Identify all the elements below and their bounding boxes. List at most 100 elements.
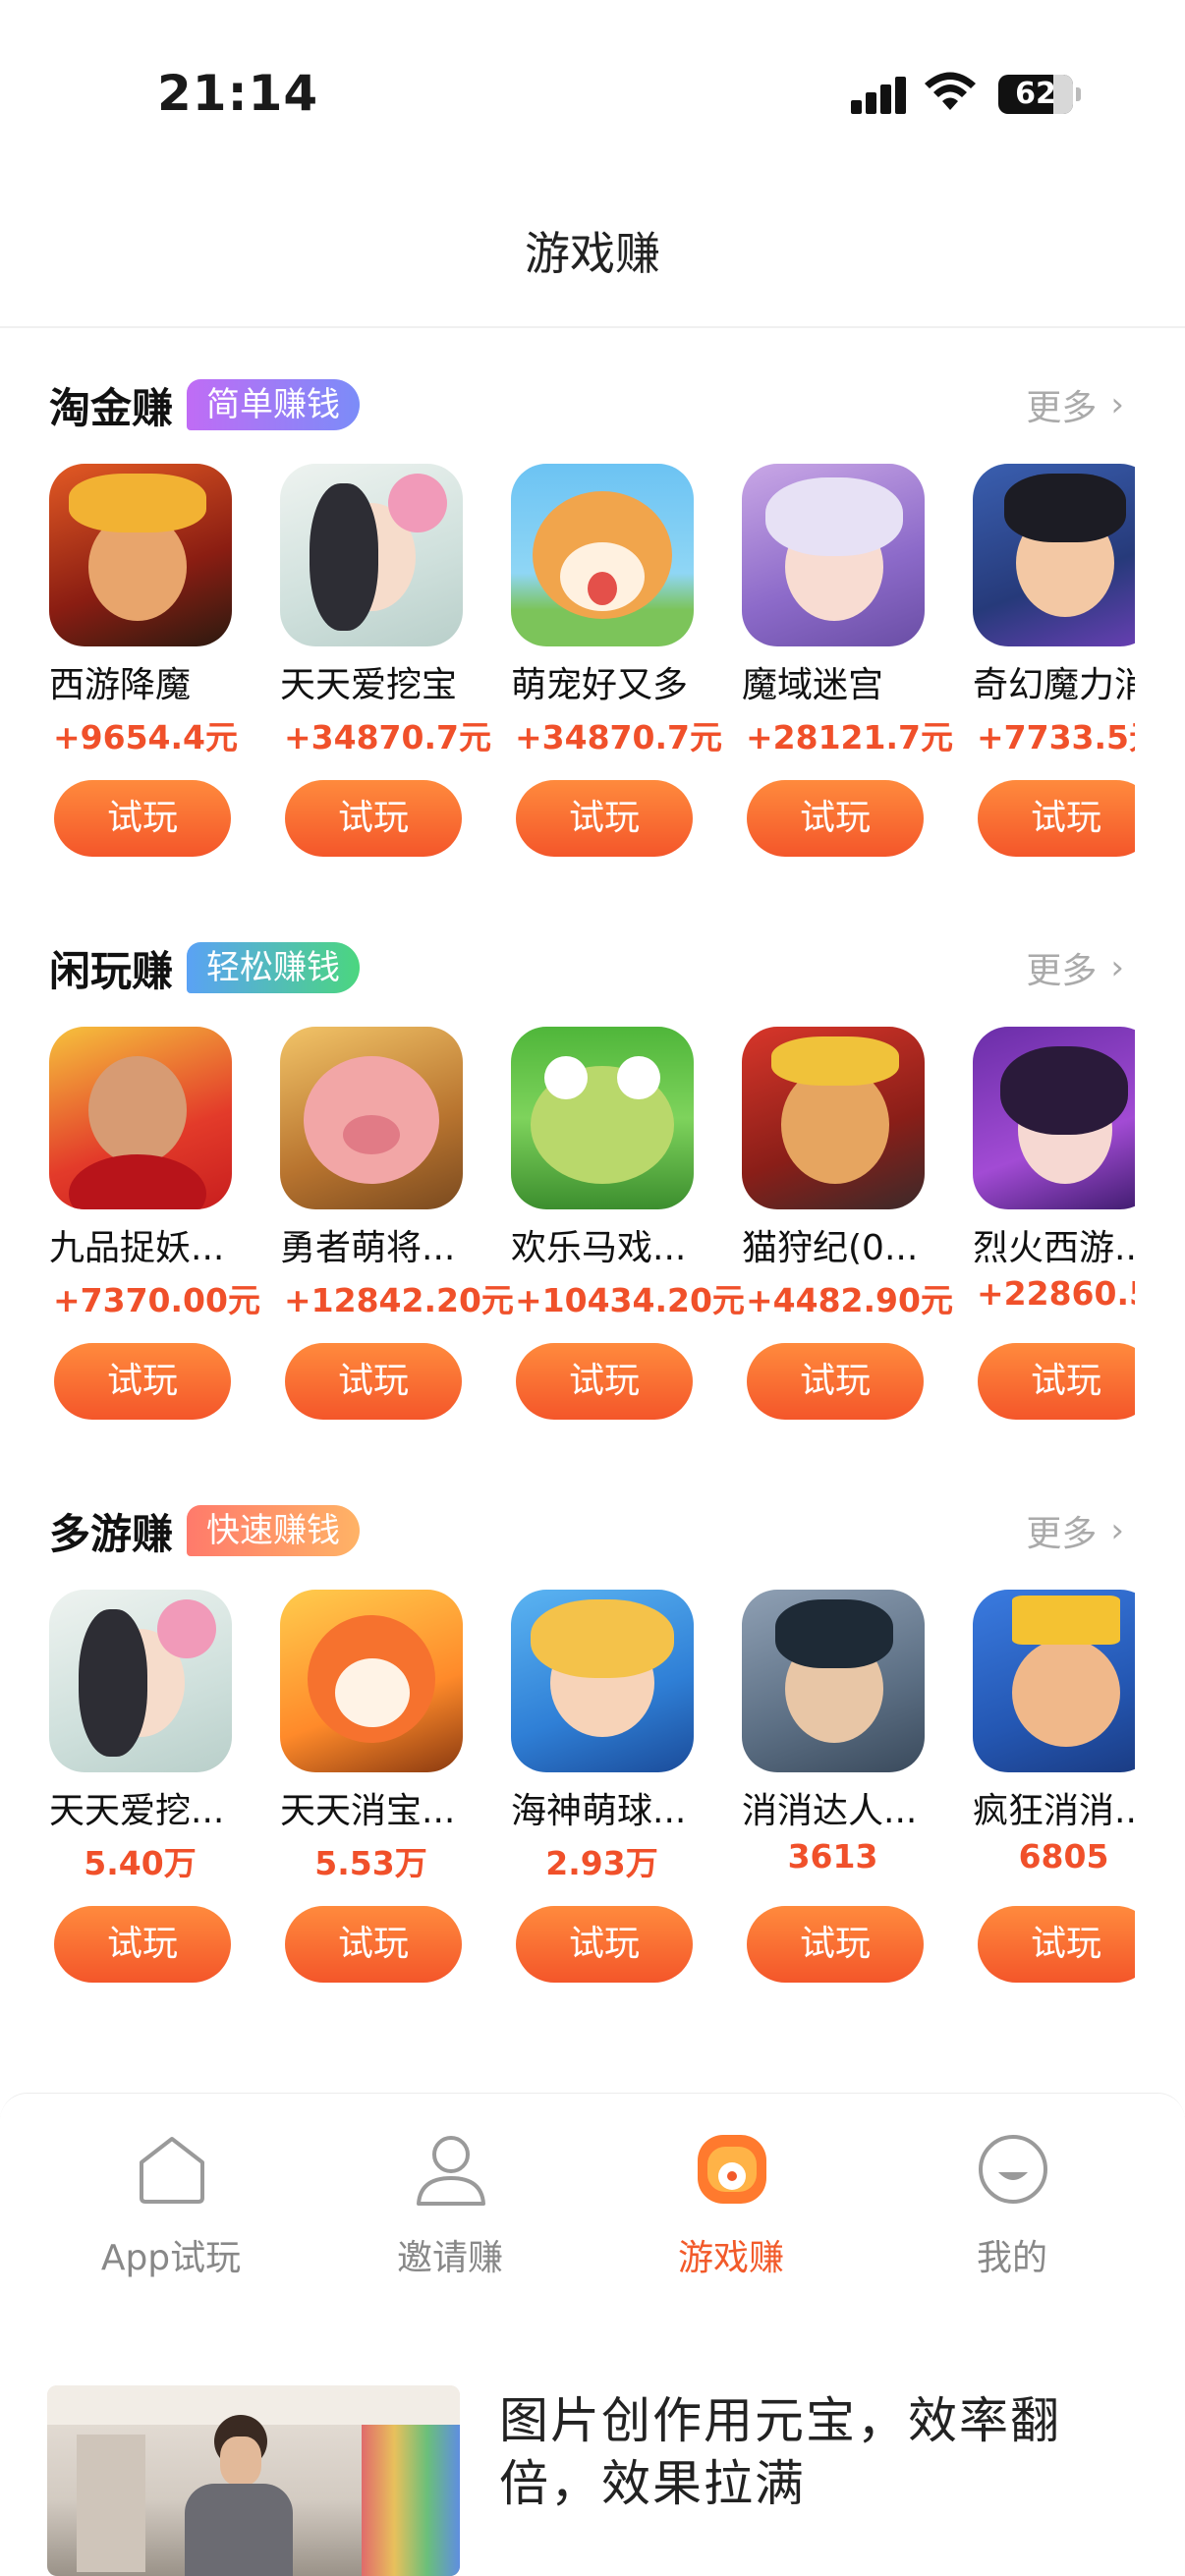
game-name: 消消达人... [742, 1791, 918, 1831]
battery-icon: 62 [998, 75, 1081, 114]
more-label: 更多 [1026, 388, 1098, 428]
game-card[interactable]: 海神萌球... 2.93万 试玩 [462, 1590, 694, 1992]
more-link[interactable]: 更多 › [1026, 1505, 1124, 1556]
game-name: 九品捉妖... [49, 1228, 225, 1268]
ad-banner[interactable]: 图片创作用元宝，效率翻倍，效果拉满 [0, 2330, 1185, 2576]
ad-image[interactable] [47, 2385, 460, 2576]
ad-headline: 图片创作用元宝，效率翻倍，效果拉满 [499, 2392, 1061, 2512]
game-icon-haishen[interactable] [511, 1590, 694, 1772]
games-row[interactable]: 九品捉妖... +7370.00元 试玩 勇者萌将... +12842.20元 … [0, 1027, 1135, 1449]
page-title: 游戏赚 [525, 227, 660, 280]
game-icon-jiupin[interactable] [49, 1027, 232, 1209]
game-card[interactable]: 九品捉妖... +7370.00元 试玩 [0, 1027, 260, 1429]
tab-app-trial[interactable]: App试玩 [53, 2133, 289, 2290]
game-card[interactable]: 勇者萌将... +12842.20元 试玩 [231, 1027, 514, 1429]
chevron-right-icon: › [1110, 1511, 1124, 1550]
game-card[interactable]: 消消达人... 3613 试玩 [693, 1590, 925, 1992]
section-header: 多游赚 快速赚钱 [49, 1501, 361, 1560]
play-button[interactable]: 试玩 [747, 1906, 924, 1983]
tab-label: App试玩 [100, 2238, 242, 2278]
game-name: 勇者萌将... [280, 1228, 456, 1268]
more-label: 更多 [1026, 1514, 1098, 1554]
header-divider [0, 326, 1185, 328]
cellular-signal-icon [851, 77, 908, 114]
game-card[interactable]: 萌宠好又多 +34870.7元 试玩 [462, 464, 722, 867]
game-name: 魔域迷宫 [742, 665, 884, 705]
chevron-right-icon: › [1110, 948, 1124, 987]
game-reward: 3613 [787, 1837, 878, 1876]
game-name: 海神萌球... [511, 1791, 687, 1831]
game-card[interactable]: 奇幻魔力消 +7733.5元 试玩 [924, 464, 1135, 867]
play-button[interactable]: 试玩 [978, 780, 1135, 857]
status-time: 21:14 [157, 65, 319, 122]
game-icon-maoshou[interactable] [742, 1027, 925, 1209]
section-title: 淘金赚 [49, 383, 174, 432]
play-button[interactable]: 试玩 [516, 1906, 693, 1983]
play-button[interactable]: 试玩 [285, 1343, 462, 1420]
game-icon-moyu[interactable] [742, 464, 925, 646]
game-icon-xiyou[interactable] [49, 464, 232, 646]
game-icon-maxi[interactable] [511, 1027, 694, 1209]
section-duoyou: 多游赚 快速赚钱 更多 › 天天爱挖... 5.40万 试玩 天天消宝... 5… [0, 1501, 1185, 2012]
play-button[interactable]: 试玩 [285, 1906, 462, 1983]
game-name: 奇幻魔力消 [973, 665, 1135, 705]
more-link[interactable]: 更多 › [1026, 942, 1124, 993]
game-icon-mengchong[interactable] [511, 464, 694, 646]
tab-invite[interactable]: 邀请赚 [332, 2133, 568, 2290]
game-reward: 2.93万 [545, 1844, 658, 1882]
home-icon [140, 2137, 204, 2204]
play-button[interactable]: 试玩 [54, 780, 231, 857]
games-row[interactable]: 天天爱挖... 5.40万 试玩 天天消宝... 5.53万 试玩 海神萌球..… [0, 1590, 1135, 2012]
game-icon-wabao[interactable] [280, 464, 463, 646]
section-taojin: 淘金赚 简单赚钱 更多 › 西游降魔 +9654.4元 试玩 天天爱挖宝 +34… [0, 375, 1185, 886]
play-button[interactable]: 试玩 [747, 780, 924, 857]
play-button[interactable]: 试玩 [516, 780, 693, 857]
game-icon-fengkuang[interactable] [973, 1590, 1135, 1772]
section-tag: 简单赚钱 [187, 379, 361, 430]
status-bar: 21:14 62 [0, 0, 1185, 187]
battery-level: 62 [1015, 77, 1056, 111]
play-button[interactable]: 试玩 [54, 1343, 231, 1420]
game-reward: 6805 [1018, 1837, 1109, 1876]
play-button[interactable]: 试玩 [54, 1906, 231, 1983]
more-link[interactable]: 更多 › [1026, 379, 1124, 430]
game-icon-yongzhe[interactable] [280, 1027, 463, 1209]
game-name: 萌宠好又多 [511, 665, 689, 705]
play-button[interactable]: 试玩 [978, 1906, 1135, 1983]
game-card[interactable]: 天天消宝... 5.53万 试玩 [231, 1590, 463, 1992]
game-reward: 5.40万 [84, 1844, 197, 1882]
game-icon-liehuo[interactable] [973, 1027, 1135, 1209]
game-card[interactable]: 天天爱挖... 5.40万 试玩 [0, 1590, 232, 1992]
play-button[interactable]: 试玩 [747, 1343, 924, 1420]
game-icon-xiaoxiao[interactable] [742, 1590, 925, 1772]
play-button[interactable]: 试玩 [978, 1343, 1135, 1420]
game-card[interactable]: 西游降魔 +9654.4元 试玩 [0, 464, 238, 867]
game-reward: +7733.5元 [977, 718, 1135, 756]
user-icon [417, 2136, 485, 2206]
game-card[interactable]: 猫狩纪(0... +4482.90元 试玩 [693, 1027, 953, 1429]
games-row[interactable]: 西游降魔 +9654.4元 试玩 天天爱挖宝 +34870.7元 试玩 萌宠好又… [0, 464, 1135, 886]
game-card[interactable]: 欢乐马戏... +10434.20元 试玩 [462, 1027, 745, 1429]
game-icon [698, 2135, 766, 2204]
section-header: 淘金赚 简单赚钱 [49, 375, 361, 434]
game-name: 天天消宝... [280, 1791, 456, 1831]
game-card[interactable]: 烈火西游... +22860.50 试玩 [924, 1027, 1135, 1429]
section-title: 闲玩赚 [49, 946, 174, 995]
game-name: 西游降魔 [49, 665, 192, 705]
game-icon-wabao-2[interactable] [49, 1590, 232, 1772]
game-icon-xiaobao[interactable] [280, 1590, 463, 1772]
wifi-icon [925, 72, 976, 110]
tab-mine[interactable]: 我的 [894, 2133, 1130, 2290]
tab-label: 我的 [976, 2238, 1047, 2278]
tab-game-earn[interactable]: 游戏赚 [613, 2133, 849, 2290]
game-card[interactable]: 天天爱挖宝 +34870.7元 试玩 [231, 464, 491, 867]
game-card[interactable]: 疯狂消消... 6805 试玩 [924, 1590, 1135, 1992]
play-button[interactable]: 试玩 [516, 1343, 693, 1420]
game-name: 疯狂消消... [973, 1791, 1135, 1831]
smile-icon [979, 2135, 1047, 2204]
game-icon-qihuan[interactable] [973, 464, 1135, 646]
play-button[interactable]: 试玩 [285, 780, 462, 857]
section-tag: 快速赚钱 [187, 1505, 361, 1556]
game-card[interactable]: 魔域迷宫 +28121.7元 试玩 [693, 464, 953, 867]
game-name: 欢乐马戏... [511, 1228, 687, 1268]
